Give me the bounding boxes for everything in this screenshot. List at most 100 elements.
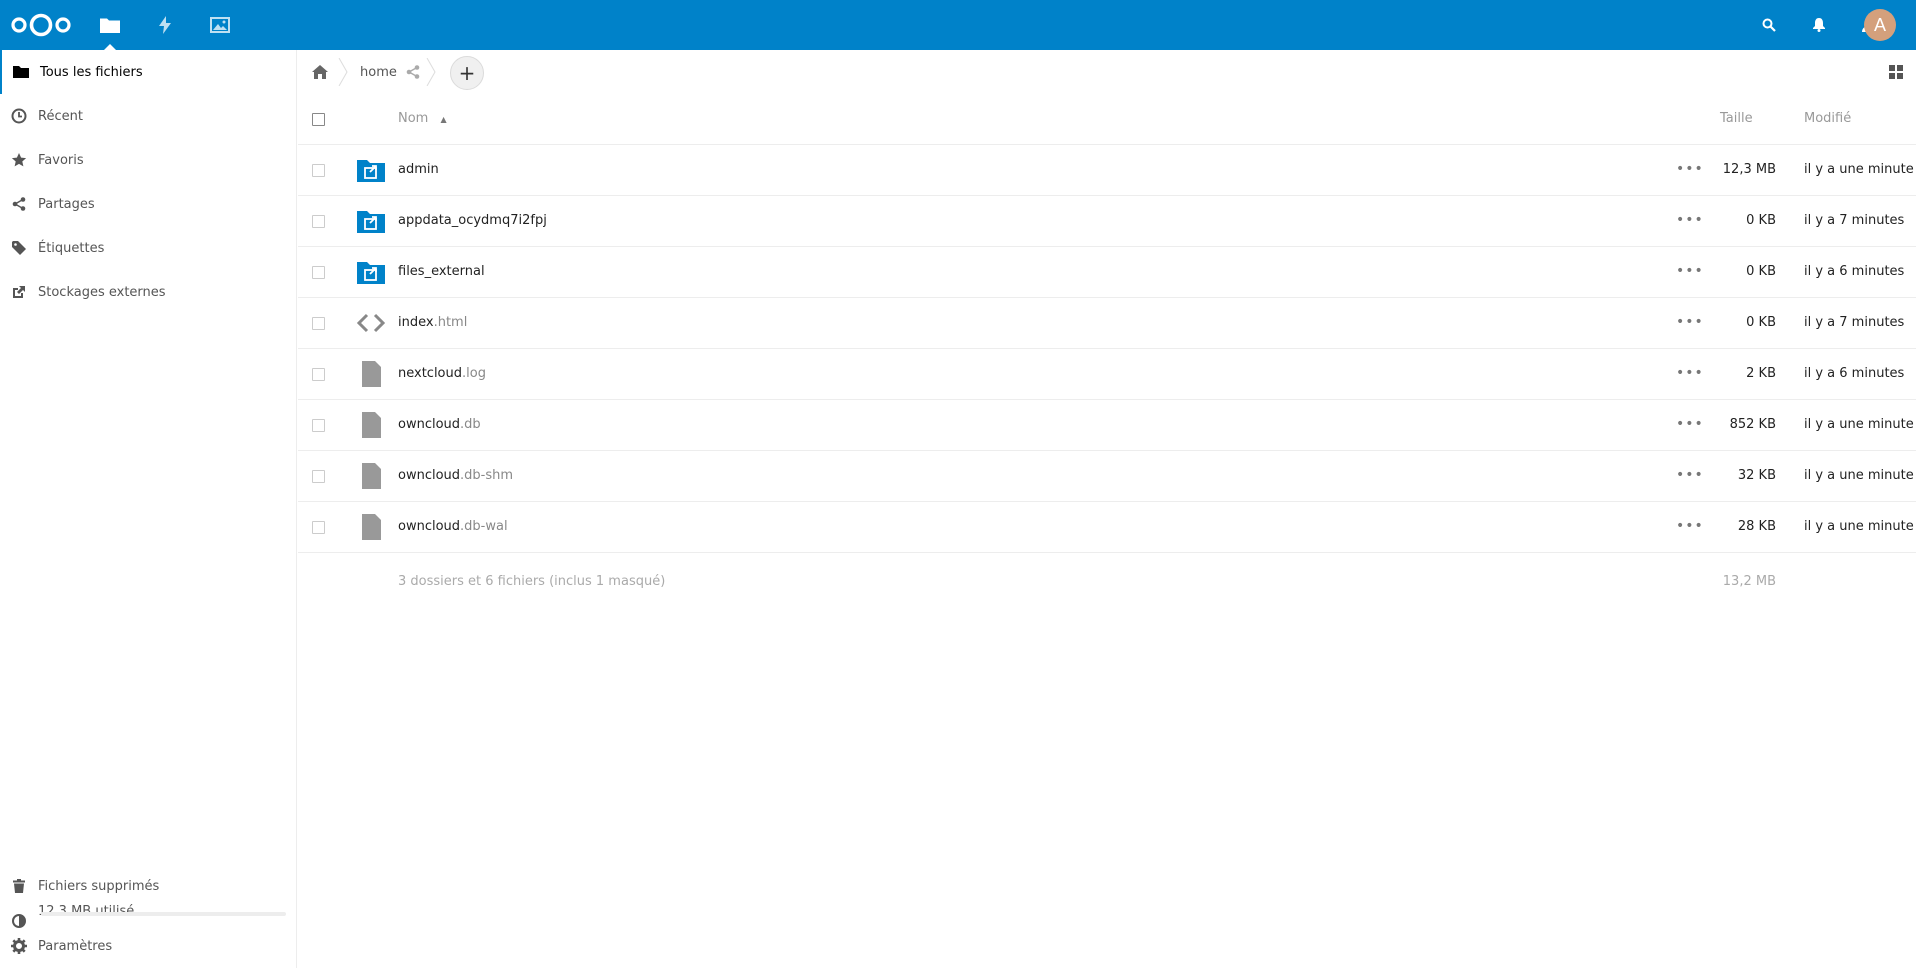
file-summary: 3 dossiers et 6 fichiers (inclus 1 masqu… [398,574,666,589]
file-name-extension: .db-shm [460,468,514,483]
sidebar-item-label: Paramètres [38,938,113,954]
file-icon [356,461,386,491]
share-icon [0,197,38,211]
code-file-icon [356,308,386,338]
file-actions-menu[interactable]: ••• [1676,212,1704,228]
grid-view-toggle[interactable] [1888,64,1904,80]
table-row[interactable]: owncloud.db ••• 852 KB il y a une minute [298,400,1916,451]
clock-icon [0,108,38,124]
table-row[interactable]: files_external ••• 0 KB il y a 6 minutes [298,247,1916,298]
file-icon [356,359,386,389]
file-modified: il y a 7 minutes [1804,213,1905,228]
table-row[interactable]: appdata_ocydmq7i2fpj ••• 0 KB il y a 7 m… [298,196,1916,247]
share-button[interactable] [406,50,420,94]
sidebar-item-shares[interactable]: Partages [0,182,296,226]
row-checkbox[interactable] [312,368,325,381]
file-name-extension: .db-wal [460,519,508,534]
bell-icon [1813,18,1825,32]
file-size: 32 KB [1737,468,1776,483]
sidebar-item-label: Tous les fichiers [40,64,143,80]
user-avatar[interactable]: A [1864,9,1896,41]
sidebar-item-recent[interactable]: Récent [0,94,296,138]
file-name-base: index [398,315,434,330]
nextcloud-logo[interactable] [10,12,72,38]
file-name[interactable]: index.html [398,315,467,330]
file-name[interactable]: admin [398,162,439,177]
file-modified: il y a une minute [1804,519,1914,534]
file-actions-menu[interactable]: ••• [1676,365,1704,381]
file-name-base: files_external [398,264,485,279]
file-actions-menu[interactable]: ••• [1676,467,1704,483]
folder-external-icon [356,257,386,287]
column-name-label: Nom [398,111,429,126]
file-actions-menu[interactable]: ••• [1676,263,1704,279]
sort-ascending-icon: ▲ [440,115,447,124]
folder-external-icon [356,206,386,236]
sidebar-item-external-storage[interactable]: Stockages externes [0,270,296,314]
sidebar-item-favorites[interactable]: Favoris [0,138,296,182]
star-icon [0,152,38,168]
search-icon [1762,18,1776,32]
table-row[interactable]: index.html ••• 0 KB il y a 7 minutes [298,298,1916,349]
app-gallery[interactable] [195,0,245,50]
home-icon [312,65,328,79]
breadcrumb-home[interactable] [312,50,328,94]
file-list-header: Nom ▲ Taille Modifié [298,94,1916,145]
table-row[interactable]: owncloud.db-shm ••• 32 KB il y a une min… [298,451,1916,502]
row-checkbox[interactable] [312,521,325,534]
file-name-extension: .db [460,417,481,432]
file-name-base: admin [398,162,439,177]
sidebar-item-label: Partages [38,196,95,212]
row-checkbox[interactable] [312,317,325,330]
file-name[interactable]: files_external [398,264,485,279]
app-activity[interactable] [140,0,190,50]
column-header-name[interactable]: Nom ▲ [398,111,447,126]
file-name[interactable]: appdata_ocydmq7i2fpj [398,213,547,228]
table-row[interactable]: owncloud.db-wal ••• 28 KB il y a une min… [298,502,1916,553]
table-row[interactable]: nextcloud.log ••• 2 KB il y a 6 minutes [298,349,1916,400]
folder-icon [100,18,120,33]
select-all-checkbox[interactable] [312,113,325,126]
breadcrumb-separator [426,58,436,86]
file-icon [356,410,386,440]
search-button[interactable] [1744,0,1794,50]
file-actions-menu[interactable]: ••• [1676,161,1704,177]
sidebar-item-tags[interactable]: Étiquettes [0,226,296,270]
app-files[interactable] [85,0,135,50]
row-checkbox[interactable] [312,266,325,279]
breadcrumb-item-home[interactable]: home [360,50,397,94]
file-name[interactable]: owncloud.db-shm [398,468,513,483]
sidebar-item-all-files[interactable]: Tous les fichiers [0,50,296,94]
sidebar-item-label: Étiquettes [38,240,105,256]
activity-icon [159,16,171,34]
file-name[interactable]: owncloud.db-wal [398,519,508,534]
column-header-size[interactable]: Taille [1720,111,1753,126]
file-name-base: owncloud [398,468,461,483]
new-file-button[interactable]: + [450,56,484,90]
table-row[interactable]: admin ••• 12,3 MB il y a une minute [298,145,1916,196]
file-name[interactable]: owncloud.db [398,417,481,432]
row-checkbox[interactable] [312,164,325,177]
file-actions-menu[interactable]: ••• [1676,518,1704,534]
row-checkbox[interactable] [312,419,325,432]
file-modified: il y a une minute [1804,468,1914,483]
sidebar-item-label: Fichiers supprimés [38,878,160,894]
file-size: 0 KB [1746,264,1776,279]
sidebar-item-label: Stockages externes [38,284,166,300]
row-checkbox[interactable] [312,215,325,228]
file-size: 12,3 MB [1722,162,1776,177]
file-size: 0 KB [1746,315,1776,330]
column-header-modified[interactable]: Modifié [1804,111,1851,126]
gear-icon [0,938,38,954]
trash-icon [0,879,38,893]
file-size: 2 KB [1746,366,1776,381]
file-name[interactable]: nextcloud.log [398,366,486,381]
external-link-icon [0,285,38,299]
row-checkbox[interactable] [312,470,325,483]
file-modified: il y a 6 minutes [1804,366,1905,381]
file-actions-menu[interactable]: ••• [1676,416,1704,432]
breadcrumb-separator [338,58,348,86]
notifications-button[interactable] [1794,0,1844,50]
sidebar-item-settings[interactable]: Paramètres [0,924,296,968]
file-actions-menu[interactable]: ••• [1676,314,1704,330]
